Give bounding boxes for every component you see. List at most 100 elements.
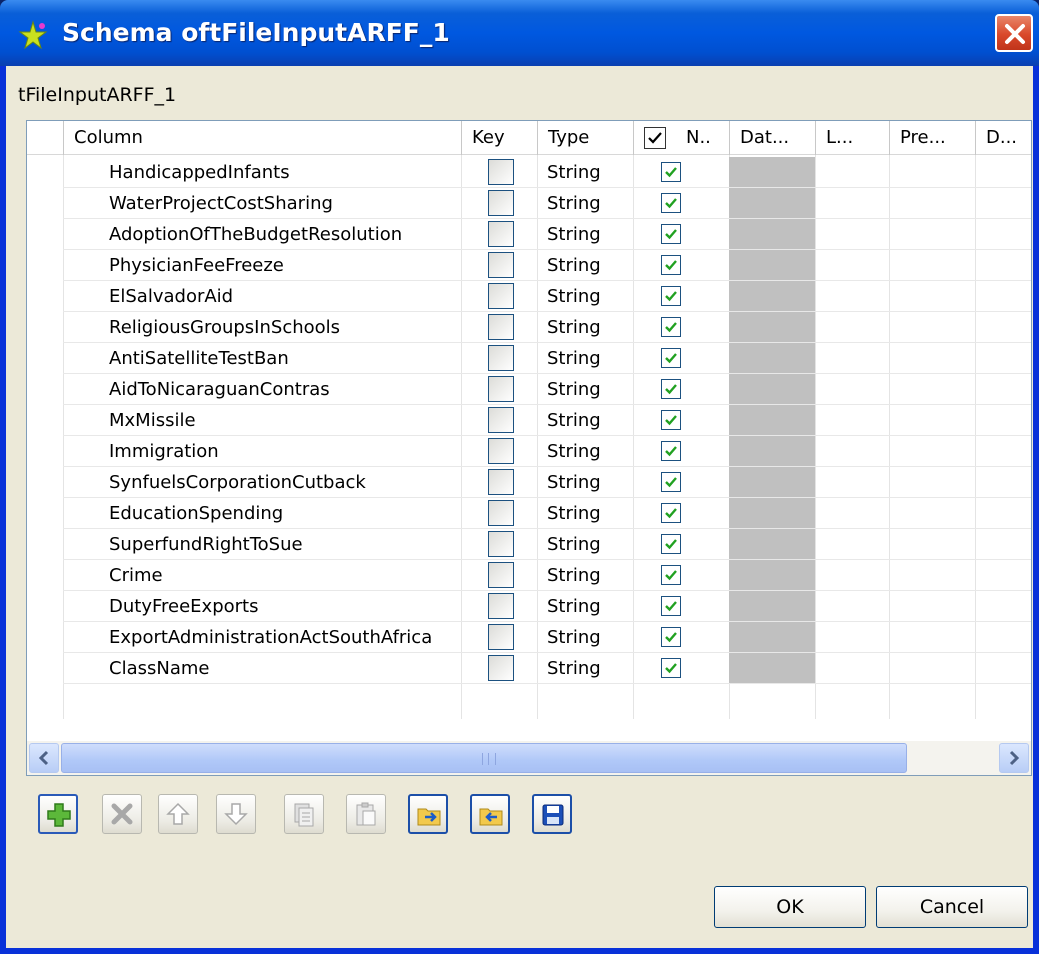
export-button[interactable] [470,794,510,834]
key-checkbox[interactable] [488,624,514,650]
nullable-checkbox[interactable] [661,627,681,647]
header-type[interactable]: Type [537,121,633,155]
key-checkbox[interactable] [488,345,514,371]
nullable-checkbox[interactable] [661,193,681,213]
cell-type[interactable]: String [547,591,601,622]
table-row[interactable]: SuperfundRightToSue String [27,529,1031,560]
cell-type[interactable]: String [547,281,601,312]
cell-column-name[interactable]: WaterProjectCostSharing [109,188,333,219]
nullable-checkbox[interactable] [661,410,681,430]
table-row[interactable]: AntiSatelliteTestBan String [27,343,1031,374]
nullable-checkbox[interactable] [661,317,681,337]
add-button[interactable] [38,794,78,834]
cell-type[interactable]: String [547,498,601,529]
table-row[interactable]: ClassName String [27,653,1031,684]
cell-type[interactable]: String [547,343,601,374]
key-checkbox[interactable] [488,655,514,681]
cell-column-name[interactable]: AntiSatelliteTestBan [109,343,289,374]
horizontal-scrollbar[interactable] [27,741,1031,775]
cancel-button[interactable]: Cancel [876,886,1028,928]
cell-column-name[interactable]: AdoptionOfTheBudgetResolution [109,219,402,250]
cell-column-name[interactable]: Crime [109,560,163,591]
table-row[interactable]: HandicappedInfants String [27,157,1031,188]
nullable-checkbox[interactable] [661,255,681,275]
cell-column-name[interactable]: SynfuelsCorporationCutback [109,467,366,498]
cell-type[interactable]: String [547,157,601,188]
key-checkbox[interactable] [488,562,514,588]
header-length[interactable]: L... [815,121,889,155]
nullable-checkbox[interactable] [661,224,681,244]
header-key[interactable]: Key [461,121,537,155]
move-up-button[interactable] [158,794,198,834]
scroll-right-button[interactable] [999,743,1029,773]
table-row[interactable]: Immigration String [27,436,1031,467]
key-checkbox[interactable] [488,159,514,185]
cell-column-name[interactable]: ClassName [109,653,209,684]
cell-type[interactable]: String [547,529,601,560]
nullable-checkbox[interactable] [661,503,681,523]
cell-column-name[interactable]: MxMissile [109,405,196,436]
copy-button[interactable] [284,794,324,834]
move-down-button[interactable] [216,794,256,834]
scroll-thumb[interactable] [61,743,907,773]
table-row[interactable]: PhysicianFeeFreeze String [27,250,1031,281]
header-nullable[interactable]: N.. [633,121,729,155]
remove-button[interactable] [102,794,142,834]
cell-column-name[interactable]: EducationSpending [109,498,283,529]
table-row[interactable]: ReligiousGroupsInSchools String [27,312,1031,343]
key-checkbox[interactable] [488,469,514,495]
table-row[interactable]: EducationSpending String [27,498,1031,529]
key-checkbox[interactable] [488,283,514,309]
nullable-checkbox[interactable] [661,565,681,585]
cell-type[interactable]: String [547,312,601,343]
key-checkbox[interactable] [488,252,514,278]
header-nullable-checkbox[interactable] [644,127,666,149]
key-checkbox[interactable] [488,221,514,247]
cell-type[interactable]: String [547,653,601,684]
cell-type[interactable]: String [547,436,601,467]
scroll-left-button[interactable] [29,743,59,773]
nullable-checkbox[interactable] [661,441,681,461]
cell-type[interactable]: String [547,560,601,591]
table-row[interactable]: ExportAdministrationActSouthAfrica String [27,622,1031,653]
cell-type[interactable]: String [547,467,601,498]
key-checkbox[interactable] [488,190,514,216]
table-row[interactable]: ElSalvadorAid String [27,281,1031,312]
cell-type[interactable]: String [547,188,601,219]
nullable-checkbox[interactable] [661,379,681,399]
nullable-checkbox[interactable] [661,534,681,554]
table-row[interactable]: Crime String [27,560,1031,591]
header-default[interactable]: D... [975,121,1031,155]
import-button[interactable] [408,794,448,834]
key-checkbox[interactable] [488,500,514,526]
schema-table[interactable]: Column Key Type N.. Dat... L... Pre... D… [26,120,1032,776]
key-checkbox[interactable] [488,593,514,619]
save-button[interactable] [532,794,572,834]
key-checkbox[interactable] [488,407,514,433]
nullable-checkbox[interactable] [661,472,681,492]
cell-column-name[interactable]: ReligiousGroupsInSchools [109,312,340,343]
key-checkbox[interactable] [488,376,514,402]
table-row[interactable]: MxMissile String [27,405,1031,436]
cell-type[interactable]: String [547,374,601,405]
title-bar[interactable]: Schema oftFileInputARFF_1 [0,0,1039,66]
cell-column-name[interactable]: HandicappedInfants [109,157,290,188]
cell-type[interactable]: String [547,250,601,281]
header-precision[interactable]: Pre... [889,121,975,155]
ok-button[interactable]: OK [714,886,866,928]
nullable-checkbox[interactable] [661,658,681,678]
table-row[interactable]: AidToNicaraguanContras String [27,374,1031,405]
cell-type[interactable]: String [547,219,601,250]
table-row[interactable]: WaterProjectCostSharing String [27,188,1031,219]
table-row[interactable]: DutyFreeExports String [27,591,1031,622]
nullable-checkbox[interactable] [661,162,681,182]
close-button[interactable] [995,14,1033,52]
cell-type[interactable]: String [547,622,601,653]
cell-column-name[interactable]: PhysicianFeeFreeze [109,250,284,281]
cell-column-name[interactable]: SuperfundRightToSue [109,529,303,560]
cell-column-name[interactable]: ExportAdministrationActSouthAfrica [109,622,432,653]
key-checkbox[interactable] [488,438,514,464]
nullable-checkbox[interactable] [661,286,681,306]
table-row[interactable]: SynfuelsCorporationCutback String [27,467,1031,498]
key-checkbox[interactable] [488,531,514,557]
